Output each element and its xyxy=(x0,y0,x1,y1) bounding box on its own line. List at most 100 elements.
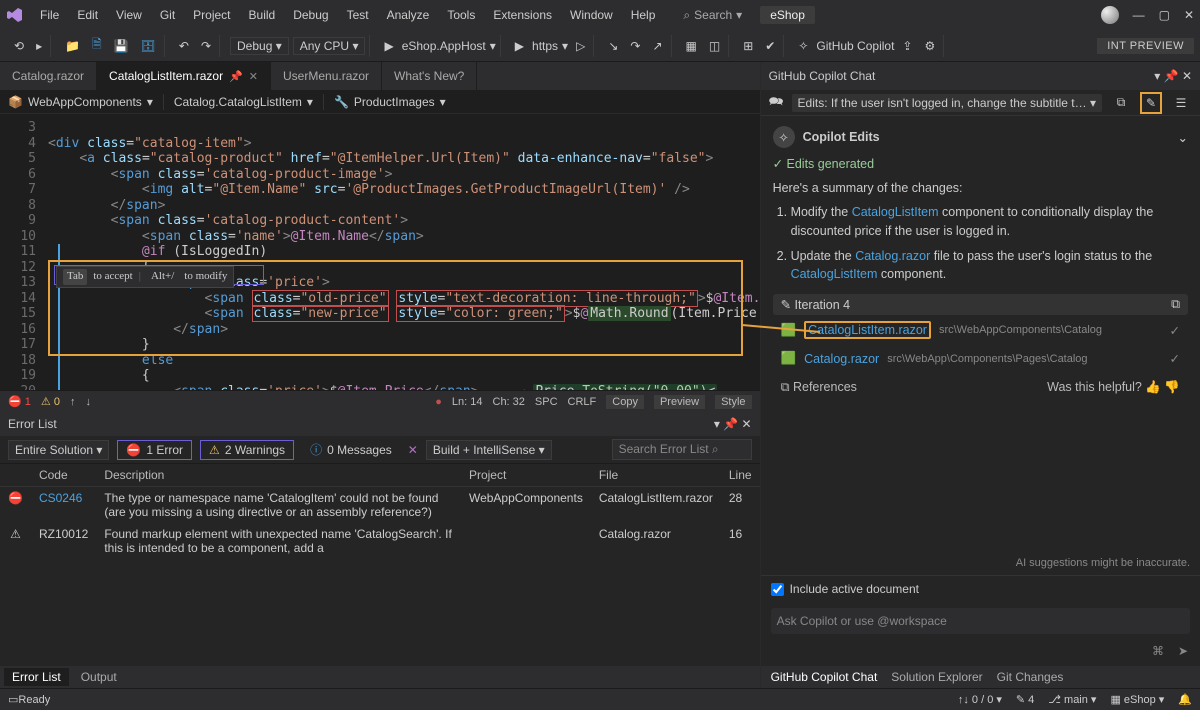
config-dropdown[interactable]: Debug ▾ xyxy=(230,37,289,55)
menu-test[interactable]: Test xyxy=(339,4,377,26)
step-into-button[interactable]: ↘ xyxy=(604,37,622,55)
notifications-icon[interactable]: 🔔 xyxy=(1178,693,1192,706)
file-link-1[interactable]: CatalogListItem.razor xyxy=(804,321,931,339)
scope-dropdown[interactable]: Entire Solution ▾ xyxy=(8,440,109,460)
menu-debug[interactable]: Debug xyxy=(285,4,336,26)
pin-icon[interactable]: 📌 xyxy=(723,417,738,431)
save-button[interactable]: 💾 xyxy=(110,37,133,55)
ask-input[interactable]: Ask Copilot or use @workspace xyxy=(771,608,1190,634)
share-icon[interactable]: ⇪ xyxy=(898,37,916,55)
col-code[interactable]: Code xyxy=(31,464,96,487)
engine-dropdown[interactable]: Build + IntelliSense ▾ xyxy=(426,440,552,460)
error-row[interactable]: ⛔ CS0246 The type or namespace name 'Cat… xyxy=(0,487,760,524)
file-row-1[interactable]: 🟩 CatalogListItem.razor src\WebAppCompon… xyxy=(773,315,1188,345)
settings-icon[interactable]: ⚙ xyxy=(920,37,939,55)
step-over-button[interactable]: ↷ xyxy=(626,37,644,55)
copy-icon[interactable]: ⧉ xyxy=(1171,297,1180,312)
error-search[interactable]: Search Error List ⌕ xyxy=(612,439,752,460)
code-editor[interactable]: 345678910111213141516171819202122232425 … xyxy=(0,114,760,390)
col-proj[interactable]: Project xyxy=(461,464,591,487)
menu-tools[interactable]: Tools xyxy=(439,4,483,26)
tab-error-list[interactable]: Error List xyxy=(4,668,69,686)
forward-button[interactable]: ▸ xyxy=(32,37,46,55)
warning-row[interactable]: ⚠ RZ10012 Found markup element with unex… xyxy=(0,523,760,559)
dropdown-icon[interactable]: ▾ xyxy=(1154,69,1160,83)
thumbs-up-icon[interactable]: 👍 xyxy=(1145,380,1161,394)
crumb-member[interactable]: 🔧 ProductImages▾ xyxy=(334,95,446,109)
menu-project[interactable]: Project xyxy=(185,4,238,26)
new-thread-icon[interactable]: ⧉ xyxy=(1110,92,1132,114)
references-toggle[interactable]: ⧉ References xyxy=(781,380,857,395)
menu-file[interactable]: File xyxy=(32,4,67,26)
start-debug-button[interactable]: ▶ xyxy=(380,37,397,55)
launch-profile[interactable]: https xyxy=(532,39,558,53)
crumb-assembly[interactable]: 📦WebAppComponents▾ xyxy=(8,95,153,109)
menu-extensions[interactable]: Extensions xyxy=(485,4,560,26)
warning-count-icon[interactable]: ⚠ 0 xyxy=(41,395,60,408)
include-doc-checkbox[interactable] xyxy=(771,583,784,596)
maximize-button[interactable]: ▢ xyxy=(1159,8,1170,22)
minimize-button[interactable]: — xyxy=(1133,8,1145,22)
nav-up-icon[interactable]: ↑ xyxy=(70,396,76,408)
col-file[interactable]: File xyxy=(591,464,721,487)
layout-button[interactable]: ▦ xyxy=(682,37,701,55)
layout-icon[interactable]: ☰ xyxy=(1170,92,1192,114)
copy-button[interactable]: Copy xyxy=(606,395,644,409)
tab-solution-explorer[interactable]: Solution Explorer xyxy=(891,670,982,684)
user-avatar[interactable] xyxy=(1101,6,1119,24)
tab-cataloglistitem-razor[interactable]: CatalogListItem.razor📌✕ xyxy=(97,62,271,90)
platform-dropdown[interactable]: Any CPU ▾ xyxy=(293,37,366,55)
branch-selector[interactable]: ⎇ main ▾ xyxy=(1048,693,1096,706)
startup-project[interactable]: eShop.AppHost xyxy=(402,39,486,53)
tab-usermenu-razor[interactable]: UserMenu.razor xyxy=(271,62,382,90)
start-nodebug-icon[interactable]: ▷ xyxy=(572,37,589,55)
chevron-down-icon[interactable]: ▾ xyxy=(562,39,568,53)
iteration-chip[interactable]: ✎ Iteration 4 ⧉ xyxy=(773,294,1188,315)
menu-view[interactable]: View xyxy=(108,4,150,26)
style-button[interactable]: Style xyxy=(715,395,751,409)
layout2-button[interactable]: ◫ xyxy=(705,37,724,55)
start-without-debug-button[interactable]: ▶ xyxy=(511,37,528,55)
nav-down-icon[interactable]: ↓ xyxy=(85,396,91,408)
edits-dropdown[interactable]: Edits: If the user isn't logged in, chan… xyxy=(792,94,1102,112)
pin-icon[interactable]: 📌 xyxy=(229,70,243,83)
close-icon[interactable]: ✕ xyxy=(1182,69,1192,83)
col-desc[interactable]: Description xyxy=(96,464,461,487)
col-line[interactable]: Line xyxy=(721,464,760,487)
gallery-button[interactable]: ⊞ xyxy=(739,37,757,55)
dropdown-icon[interactable]: ▾ xyxy=(714,417,720,431)
clear-filter-icon[interactable]: ✕ xyxy=(408,443,418,457)
line-ending[interactable]: CRLF xyxy=(568,396,597,408)
close-tab-icon[interactable]: ✕ xyxy=(249,70,258,83)
repo-selector[interactable]: ▦ eShop ▾ xyxy=(1110,693,1164,706)
new-project-button[interactable]: 📁 xyxy=(61,37,84,55)
copilot-label[interactable]: GitHub Copilot xyxy=(816,39,894,53)
pin-icon[interactable]: 📌 xyxy=(1164,69,1179,83)
back-button[interactable]: ⟲ xyxy=(10,37,28,55)
inline-suggestion-hint[interactable]: Tab to accept | Alt+/ to modify xyxy=(56,266,234,288)
menu-build[interactable]: Build xyxy=(241,4,284,26)
menu-git[interactable]: Git xyxy=(152,4,183,26)
close-icon[interactable]: ✕ xyxy=(742,417,752,431)
thumbs-down-icon[interactable]: 👎 xyxy=(1164,380,1180,394)
close-button[interactable]: ✕ xyxy=(1184,8,1194,22)
error-count-icon[interactable]: ⛔ 1 xyxy=(8,395,31,408)
tab-output[interactable]: Output xyxy=(73,668,125,686)
menu-window[interactable]: Window xyxy=(562,4,621,26)
pending-changes[interactable]: ✎ 4 xyxy=(1016,693,1034,706)
chat-mode-icon[interactable]: 🗪 xyxy=(769,92,784,113)
menu-edit[interactable]: Edit xyxy=(69,4,106,26)
sync-status[interactable]: ↑↓ 0 / 0 ▾ xyxy=(958,693,1002,706)
tab-catalog-razor[interactable]: Catalog.razor xyxy=(0,62,97,90)
tab-whatsnew[interactable]: What's New? xyxy=(382,62,477,90)
copilot-edits-button[interactable]: ✎ xyxy=(1140,92,1162,114)
save-all-button[interactable]: 🗄 xyxy=(137,37,160,55)
step-out-button[interactable]: ↗ xyxy=(648,37,666,55)
crumb-type[interactable]: Catalog.CatalogListItem▾ xyxy=(174,95,313,109)
chevron-down-icon[interactable]: ▾ xyxy=(490,39,496,53)
redo-button[interactable]: ↷ xyxy=(197,37,215,55)
copilot-icon[interactable]: ✧ xyxy=(794,37,812,55)
undo-button[interactable]: ↶ xyxy=(175,37,193,55)
test-button[interactable]: ✔ xyxy=(761,37,779,55)
open-file-button[interactable]: 🗎 xyxy=(88,33,106,58)
